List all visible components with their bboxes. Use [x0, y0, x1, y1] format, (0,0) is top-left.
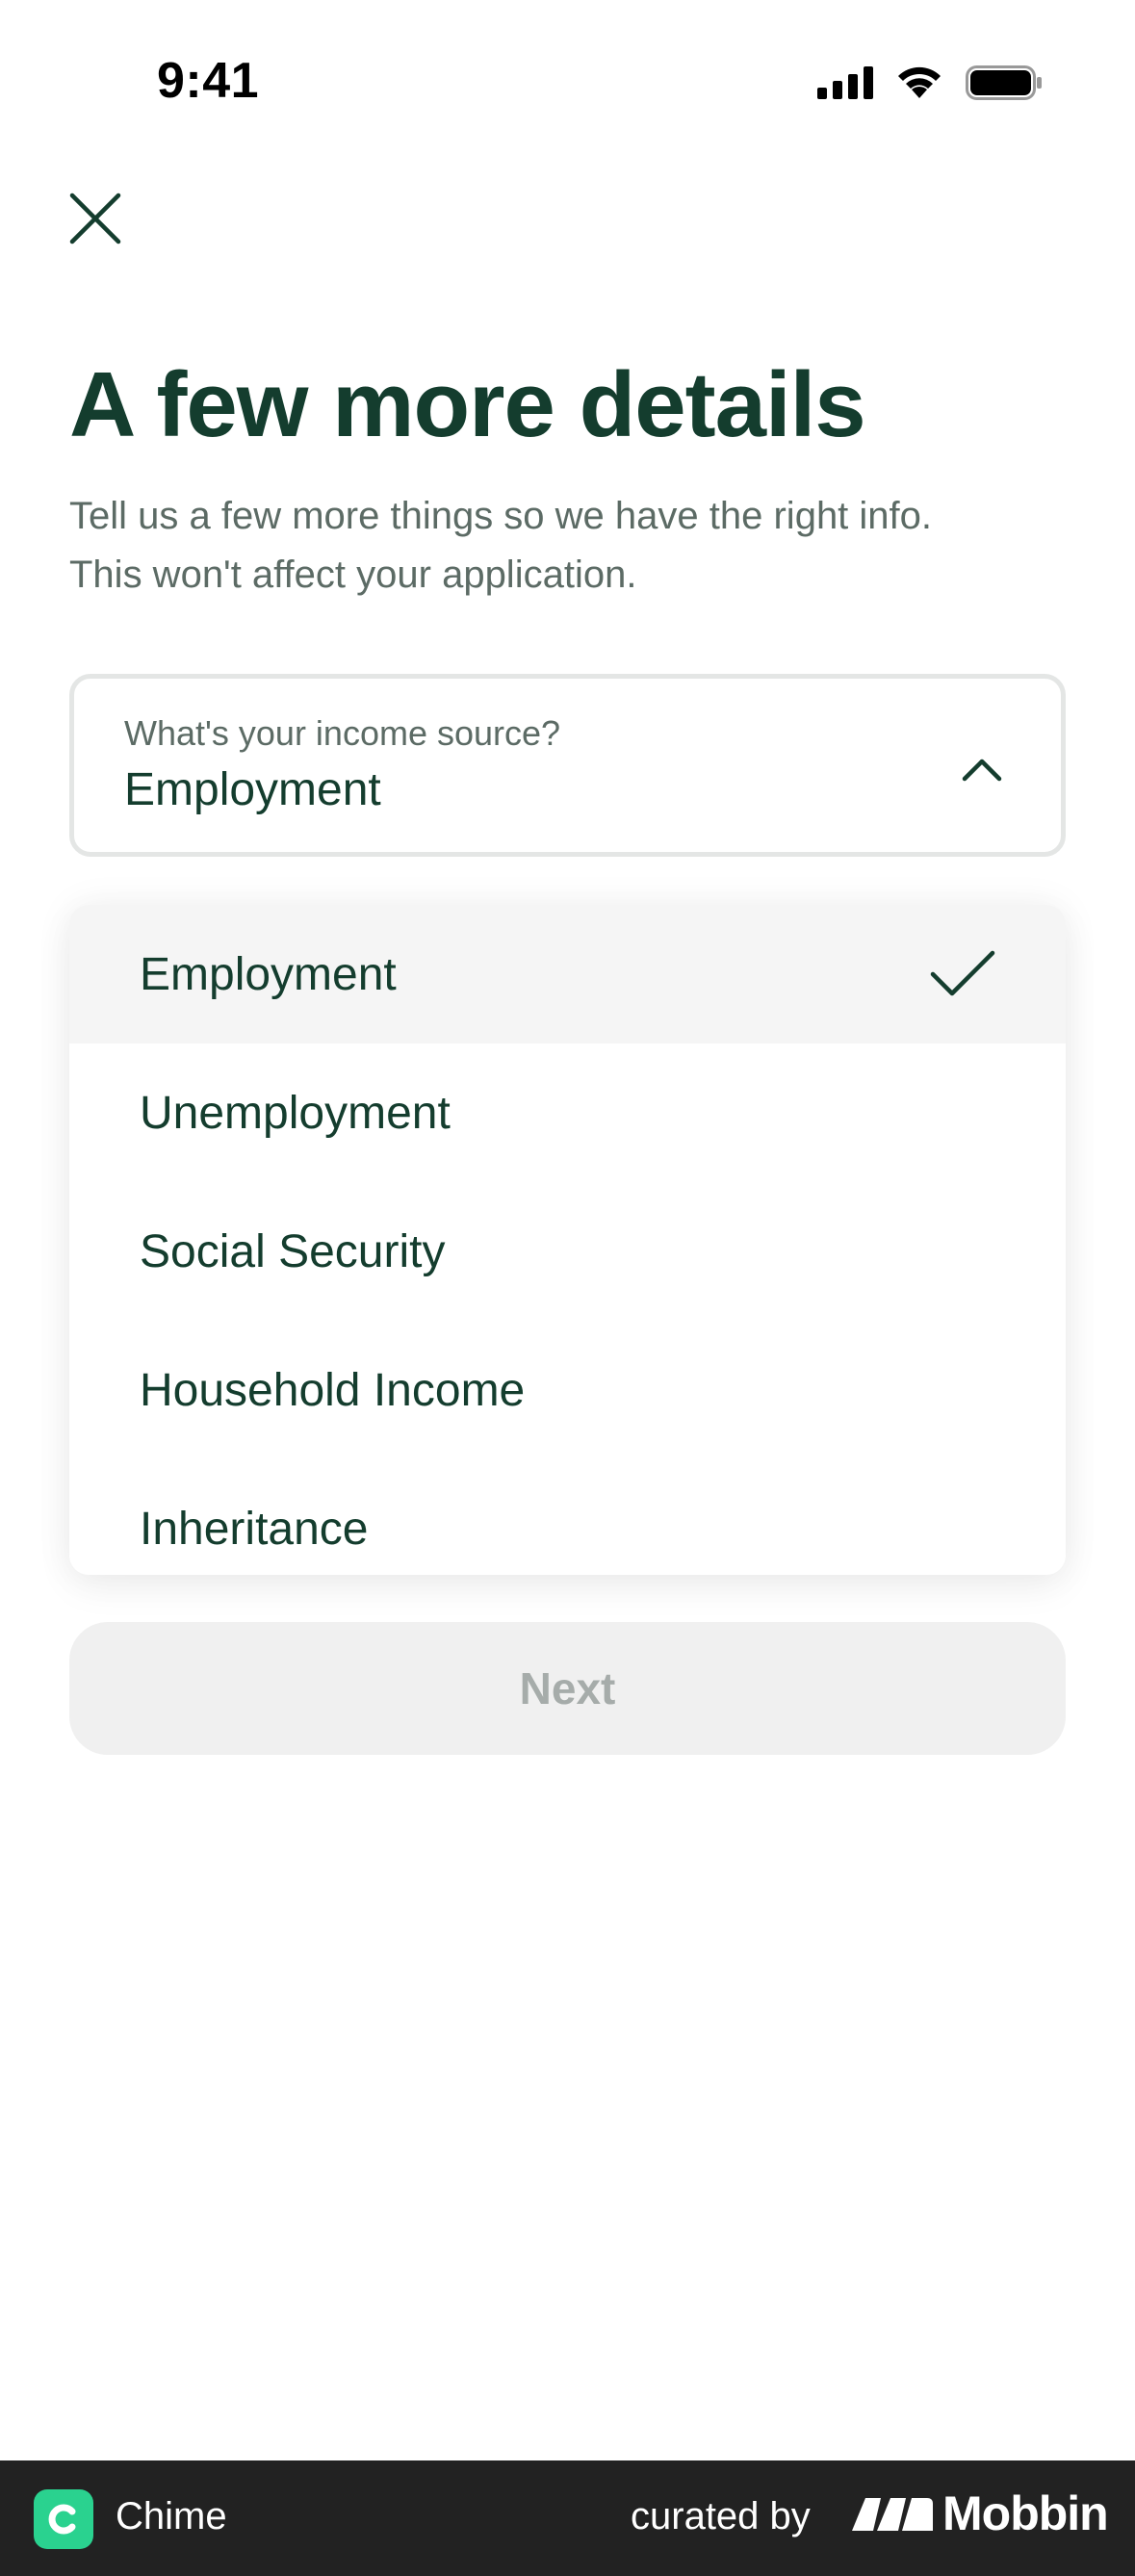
income-source-value: Employment: [124, 764, 381, 815]
footer-bar: Chime curated by Mobbin: [0, 2460, 1135, 2576]
page-title: A few more details: [69, 353, 866, 456]
subtitle-line-2: This won't affect your application.: [69, 554, 637, 596]
subtitle-line-1: Tell us a few more things so we have the…: [69, 495, 933, 537]
checkmark-icon: [930, 950, 995, 996]
option-label: Unemployment: [140, 1087, 451, 1139]
next-button[interactable]: Next: [69, 1622, 1066, 1755]
option-label: Household Income: [140, 1364, 526, 1416]
battery-icon: [966, 65, 1042, 100]
income-source-select[interactable]: What's your income source? Employment: [69, 674, 1066, 857]
dropdown-option-household-income[interactable]: Household Income: [69, 1321, 1066, 1459]
close-button[interactable]: [62, 185, 129, 252]
dropdown-option-social-security[interactable]: Social Security: [69, 1182, 1066, 1321]
income-source-label: What's your income source?: [124, 713, 561, 753]
mobbin-wordmark: Mobbin: [942, 2486, 1109, 2540]
option-label: Inheritance: [140, 1503, 369, 1555]
mobbin-logo-icon: [852, 2498, 933, 2531]
cellular-signal-icon: [817, 66, 873, 99]
option-label: Employment: [140, 948, 397, 1000]
income-source-dropdown: Employment Unemployment Social Security …: [69, 905, 1066, 1575]
dropdown-option-unemployment[interactable]: Unemployment: [69, 1043, 1066, 1182]
option-label: Social Security: [140, 1225, 446, 1277]
status-bar: 9:41: [0, 0, 1135, 144]
status-time: 9:41: [157, 53, 260, 109]
chime-logo-icon: [48, 2504, 76, 2535]
wifi-icon: [898, 66, 941, 98]
footer-app-name: Chime: [116, 2495, 227, 2537]
mobbin-brand: Mobbin: [852, 2486, 1109, 2541]
chevron-up-icon: [962, 759, 1002, 782]
page-subtitle: Tell us a few more things so we have the…: [69, 487, 1071, 605]
dropdown-option-inheritance[interactable]: Inheritance: [69, 1459, 1066, 1575]
status-icons: [817, 65, 1043, 100]
chime-app-icon: [34, 2489, 93, 2549]
footer-curated-by: curated by: [631, 2495, 811, 2537]
close-icon: [69, 193, 121, 245]
dropdown-option-employment[interactable]: Employment: [69, 905, 1066, 1043]
